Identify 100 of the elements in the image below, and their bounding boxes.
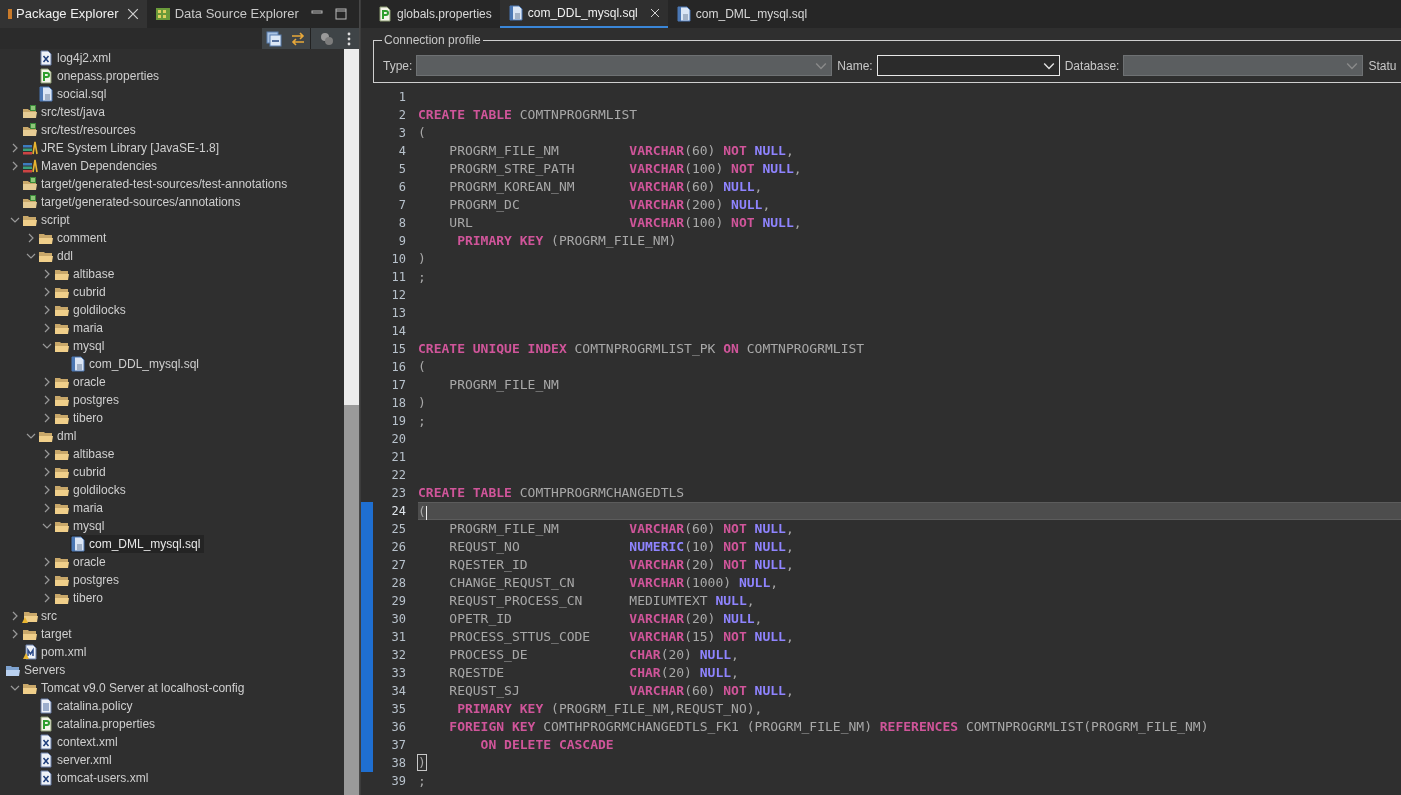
chevron-right-icon[interactable]: [10, 161, 20, 171]
line-number: 26: [390, 539, 406, 556]
chevron-right-icon[interactable]: [10, 611, 20, 621]
maven-file-icon: [22, 644, 38, 660]
view-menu-icon[interactable]: [347, 31, 351, 46]
tree-item[interactable]: com_DML_mysql.sql: [70, 535, 205, 553]
chevron-right-icon[interactable]: [42, 557, 52, 567]
close-icon[interactable]: [126, 8, 139, 20]
tree-item[interactable]: maria: [54, 319, 107, 337]
tree-item[interactable]: context.xml: [38, 733, 122, 751]
editor-tab[interactable]: com_DML_mysql.sql: [667, 0, 816, 28]
tree-item[interactable]: tibero: [54, 409, 108, 427]
chevron-down-icon[interactable]: [10, 683, 20, 693]
xml-file-icon: [38, 734, 54, 750]
tree-item[interactable]: catalina.properties: [38, 715, 160, 733]
chevron-down-icon[interactable]: [26, 251, 36, 261]
tree-item[interactable]: mysql: [54, 337, 109, 355]
tree-item[interactable]: src: [22, 607, 61, 625]
editor-tab[interactable]: com_DDL_mysql.sql: [499, 0, 668, 28]
sql-file-icon: [507, 5, 524, 21]
tree-item[interactable]: dml: [38, 427, 81, 445]
line-number: 33: [390, 665, 406, 682]
maximize-icon[interactable]: [335, 8, 347, 20]
tree-item[interactable]: altibase: [54, 265, 119, 283]
tree-item[interactable]: oracle: [54, 553, 110, 571]
tree-item[interactable]: maria: [54, 499, 107, 517]
xml-file-icon: [38, 770, 54, 786]
chevron-right-icon[interactable]: [42, 413, 52, 423]
tree-item[interactable]: Tomcat v9.0 Server at localhost-config: [22, 679, 249, 697]
chevron-right-icon[interactable]: [42, 305, 52, 315]
xml-file-icon: [38, 752, 54, 768]
chevron-right-icon[interactable]: [42, 287, 52, 297]
close-icon[interactable]: [649, 8, 660, 18]
tree-item[interactable]: com_DDL_mysql.sql: [70, 355, 204, 373]
line-number: 4: [397, 143, 406, 160]
line-number: 20: [390, 431, 406, 448]
tree-item[interactable]: target: [22, 625, 76, 643]
line-number: 7: [397, 197, 406, 214]
tree-item[interactable]: cubrid: [54, 463, 110, 481]
chevron-right-icon[interactable]: [42, 575, 52, 585]
sql-file-icon: [38, 86, 54, 102]
tree-item[interactable]: script: [22, 211, 74, 229]
link-editor-icon[interactable]: [290, 30, 306, 47]
line-number: 1: [397, 89, 406, 106]
chevron-down-icon[interactable]: [42, 521, 52, 531]
tree-item[interactable]: Maven Dependencies: [22, 157, 162, 175]
tree-item[interactable]: target/generated-test-sources/test-annotations: [22, 175, 292, 193]
group-title: Connection profile: [383, 32, 482, 49]
line-number: 32: [390, 647, 406, 664]
tree-item[interactable]: target/generated-sources/annotations: [22, 193, 245, 211]
tree-item[interactable]: onepass.properties: [38, 67, 164, 85]
tree-item[interactable]: catalina.policy: [38, 697, 137, 715]
collapse-all-icon[interactable]: [266, 30, 282, 47]
chevron-right-icon[interactable]: [10, 143, 20, 153]
chevron-down-icon[interactable]: [26, 431, 36, 441]
chevron-down-icon[interactable]: [10, 215, 20, 225]
chevron-right-icon[interactable]: [42, 377, 52, 387]
chevron-right-icon[interactable]: [26, 233, 36, 243]
tree-item[interactable]: pom.xml: [22, 643, 91, 661]
line-number: 28: [390, 575, 406, 592]
chevron-right-icon[interactable]: [42, 593, 52, 603]
tree-item[interactable]: server.xml: [38, 751, 116, 769]
view-tab[interactable]: Data Source Explorer: [146, 0, 307, 28]
chevron-right-icon[interactable]: [42, 269, 52, 279]
vertical-scrollbar[interactable]: [344, 49, 359, 795]
tree-item[interactable]: postgres: [54, 391, 124, 409]
view-tab[interactable]: Package Explorer: [0, 0, 147, 28]
tree-item[interactable]: altibase: [54, 445, 119, 463]
tree-item[interactable]: comment: [38, 229, 111, 247]
chevron-right-icon[interactable]: [10, 629, 20, 639]
tree-item[interactable]: JRE System Library [JavaSE-1.8]: [22, 139, 224, 157]
line-number: 15: [390, 341, 406, 358]
tree-item[interactable]: oracle: [54, 373, 110, 391]
tree-item[interactable]: mysql: [54, 517, 109, 535]
sql-file-icon: [70, 536, 86, 552]
tree-item[interactable]: social.sql: [38, 85, 111, 103]
tree-item[interactable]: goldilocks: [54, 301, 130, 319]
tree-item[interactable]: src/test/java: [22, 103, 110, 121]
tree-item[interactable]: log4j2.xml: [38, 49, 116, 67]
tree-item[interactable]: postgres: [54, 571, 124, 589]
chevron-right-icon[interactable]: [42, 503, 52, 513]
database-icon: [154, 6, 171, 22]
tree-item[interactable]: Servers: [5, 661, 70, 679]
editor-tab[interactable]: globals.properties: [369, 0, 500, 28]
tree-item[interactable]: src/test/resources: [22, 121, 140, 139]
line-number: 5: [397, 161, 406, 178]
tree-item[interactable]: tibero: [54, 589, 108, 607]
chevron-right-icon[interactable]: [42, 323, 52, 333]
chevron-right-icon[interactable]: [42, 467, 52, 477]
line-number: 10: [390, 251, 406, 268]
chevron-down-icon[interactable]: [42, 341, 52, 351]
line-number: 17: [390, 377, 406, 394]
chevron-right-icon[interactable]: [42, 485, 52, 495]
tree-item[interactable]: ddl: [38, 247, 77, 265]
tree-item[interactable]: tomcat-users.xml: [38, 769, 153, 787]
tree-item[interactable]: goldilocks: [54, 481, 130, 499]
chevron-right-icon[interactable]: [42, 449, 52, 459]
chevron-right-icon[interactable]: [42, 395, 52, 405]
tree-item[interactable]: cubrid: [54, 283, 110, 301]
line-number: 39: [390, 773, 406, 790]
